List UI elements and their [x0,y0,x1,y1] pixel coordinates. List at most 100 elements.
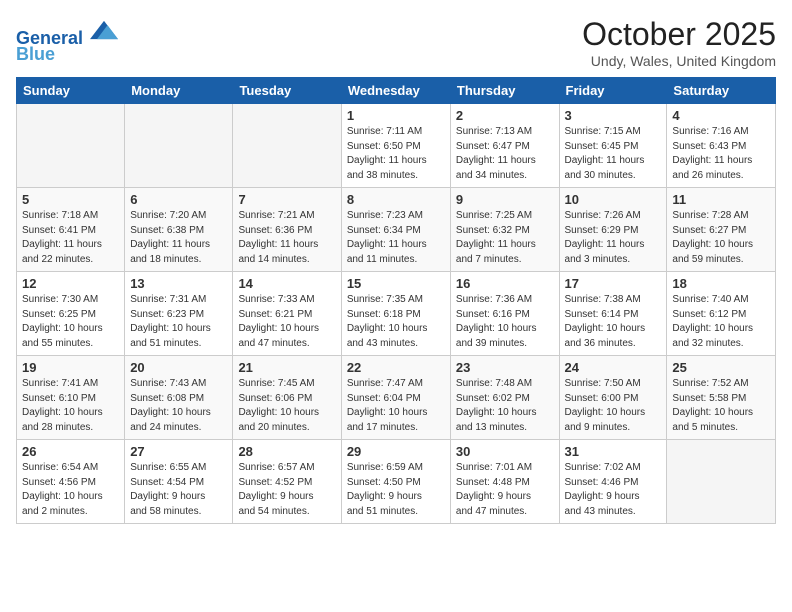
calendar-cell: 9 Sunrise: 7:25 AMSunset: 6:32 PMDaylight… [450,188,559,272]
day-number: 8 [347,192,445,207]
calendar-cell: 28 Sunrise: 6:57 AMSunset: 4:52 PMDayligh… [233,440,341,524]
calendar-cell: 20 Sunrise: 7:43 AMSunset: 6:08 PMDayligh… [125,356,233,440]
calendar-cell [233,104,341,188]
col-header-thursday: Thursday [450,78,559,104]
day-number: 16 [456,276,554,291]
day-info: Sunrise: 7:25 AMSunset: 6:32 PMDaylight:… [456,209,554,267]
location: Undy, Wales, United Kingdom [582,53,776,69]
day-number: 11 [672,192,770,207]
day-info: Sunrise: 7:52 AMSunset: 5:58 PMDaylight:… [672,377,770,435]
calendar-cell: 2 Sunrise: 7:13 AMSunset: 6:47 PMDaylight… [450,104,559,188]
day-number: 6 [130,192,227,207]
col-header-monday: Monday [125,78,233,104]
calendar-cell: 19 Sunrise: 7:41 AMSunset: 6:10 PMDayligh… [17,356,125,440]
day-number: 13 [130,276,227,291]
calendar-cell: 22Sunrise: 7:47 AMSunset: 6:04 PMDayligh… [341,356,450,440]
day-info: Sunrise: 7:31 AMSunset: 6:23 PMDaylight:… [130,293,227,351]
calendar-cell: 12 Sunrise: 7:30 AMSunset: 6:25 PMDayligh… [17,272,125,356]
calendar-cell: 30 Sunrise: 7:01 AMSunset: 4:48 PMDayligh… [450,440,559,524]
day-info: Sunrise: 7:26 AMSunset: 6:29 PMDaylight:… [565,209,662,267]
day-number: 28 [238,444,335,459]
day-number: 27 [130,444,227,459]
day-info: Sunrise: 7:50 AMSunset: 6:00 PMDaylight:… [565,377,662,435]
day-info: Sunrise: 7:38 AMSunset: 6:14 PMDaylight:… [565,293,662,351]
day-info: Sunrise: 6:55 AMSunset: 4:54 PMDaylight:… [130,461,227,519]
day-info: Sunrise: 6:59 AMSunset: 4:50 PMDaylight:… [347,461,445,519]
day-info: Sunrise: 7:11 AMSunset: 6:50 PMDaylight:… [347,125,445,183]
day-number: 3 [565,108,662,123]
day-info: Sunrise: 7:47 AMSunset: 6:04 PMDaylight:… [347,377,445,435]
calendar-cell: 1 Sunrise: 7:11 AMSunset: 6:50 PMDaylight… [341,104,450,188]
day-number: 15 [347,276,445,291]
day-info: Sunrise: 7:13 AMSunset: 6:47 PMDaylight:… [456,125,554,183]
day-info: Sunrise: 6:54 AMSunset: 4:56 PMDaylight:… [22,461,119,519]
calendar-week-row: 26 Sunrise: 6:54 AMSunset: 4:56 PMDayligh… [17,440,776,524]
col-header-tuesday: Tuesday [233,78,341,104]
col-header-saturday: Saturday [667,78,776,104]
day-info: Sunrise: 7:01 AMSunset: 4:48 PMDaylight:… [456,461,554,519]
day-info: Sunrise: 7:30 AMSunset: 6:25 PMDaylight:… [22,293,119,351]
day-info: Sunrise: 7:43 AMSunset: 6:08 PMDaylight:… [130,377,227,435]
calendar-week-row: 1 Sunrise: 7:11 AMSunset: 6:50 PMDaylight… [17,104,776,188]
month-title: October 2025 [582,16,776,53]
day-number: 20 [130,360,227,375]
calendar-cell: 16 Sunrise: 7:36 AMSunset: 6:16 PMDayligh… [450,272,559,356]
calendar-cell: 5 Sunrise: 7:18 AMSunset: 6:41 PMDaylight… [17,188,125,272]
calendar-week-row: 19 Sunrise: 7:41 AMSunset: 6:10 PMDayligh… [17,356,776,440]
day-number: 25 [672,360,770,375]
day-info: Sunrise: 7:36 AMSunset: 6:16 PMDaylight:… [456,293,554,351]
day-number: 30 [456,444,554,459]
calendar-cell [125,104,233,188]
calendar-week-row: 12 Sunrise: 7:30 AMSunset: 6:25 PMDayligh… [17,272,776,356]
day-info: Sunrise: 7:21 AMSunset: 6:36 PMDaylight:… [238,209,335,267]
day-info: Sunrise: 7:23 AMSunset: 6:34 PMDaylight:… [347,209,445,267]
day-number: 1 [347,108,445,123]
day-number: 12 [22,276,119,291]
day-number: 31 [565,444,662,459]
calendar-cell: 11 Sunrise: 7:28 AMSunset: 6:27 PMDayligh… [667,188,776,272]
calendar-cell: 29Sunrise: 6:59 AMSunset: 4:50 PMDayligh… [341,440,450,524]
day-info: Sunrise: 7:28 AMSunset: 6:27 PMDaylight:… [672,209,770,267]
calendar-cell: 27 Sunrise: 6:55 AMSunset: 4:54 PMDayligh… [125,440,233,524]
calendar-cell: 10Sunrise: 7:26 AMSunset: 6:29 PMDayligh… [559,188,667,272]
day-number: 18 [672,276,770,291]
day-info: Sunrise: 7:20 AMSunset: 6:38 PMDaylight:… [130,209,227,267]
day-number: 5 [22,192,119,207]
day-number: 21 [238,360,335,375]
day-number: 7 [238,192,335,207]
day-number: 17 [565,276,662,291]
day-number: 23 [456,360,554,375]
calendar-cell [667,440,776,524]
day-number: 2 [456,108,554,123]
day-number: 26 [22,444,119,459]
calendar-cell: 3 Sunrise: 7:15 AMSunset: 6:45 PMDaylight… [559,104,667,188]
day-number: 9 [456,192,554,207]
calendar-cell: 23 Sunrise: 7:48 AMSunset: 6:02 PMDayligh… [450,356,559,440]
calendar-cell: 18 Sunrise: 7:40 AMSunset: 6:12 PMDayligh… [667,272,776,356]
day-number: 19 [22,360,119,375]
day-info: Sunrise: 7:45 AMSunset: 6:06 PMDaylight:… [238,377,335,435]
day-info: Sunrise: 6:57 AMSunset: 4:52 PMDaylight:… [238,461,335,519]
day-info: Sunrise: 7:40 AMSunset: 6:12 PMDaylight:… [672,293,770,351]
page-header: General Blue October 2025 Undy, Wales, U… [16,16,776,69]
day-info: Sunrise: 7:15 AMSunset: 6:45 PMDaylight:… [565,125,662,183]
calendar-cell: 24 Sunrise: 7:50 AMSunset: 6:00 PMDayligh… [559,356,667,440]
calendar-cell: 13 Sunrise: 7:31 AMSunset: 6:23 PMDayligh… [125,272,233,356]
calendar-cell: 7 Sunrise: 7:21 AMSunset: 6:36 PMDaylight… [233,188,341,272]
day-number: 14 [238,276,335,291]
day-info: Sunrise: 7:48 AMSunset: 6:02 PMDaylight:… [456,377,554,435]
calendar-cell: 31Sunrise: 7:02 AMSunset: 4:46 PMDayligh… [559,440,667,524]
day-number: 24 [565,360,662,375]
calendar-cell: 15Sunrise: 7:35 AMSunset: 6:18 PMDayligh… [341,272,450,356]
logo-icon [90,16,118,44]
calendar-header-row: SundayMondayTuesdayWednesdayThursdayFrid… [17,78,776,104]
calendar-cell: 25 Sunrise: 7:52 AMSunset: 5:58 PMDayligh… [667,356,776,440]
title-block: October 2025 Undy, Wales, United Kingdom [582,16,776,69]
calendar-cell: 17 Sunrise: 7:38 AMSunset: 6:14 PMDayligh… [559,272,667,356]
day-info: Sunrise: 7:41 AMSunset: 6:10 PMDaylight:… [22,377,119,435]
col-header-sunday: Sunday [17,78,125,104]
day-info: Sunrise: 7:18 AMSunset: 6:41 PMDaylight:… [22,209,119,267]
calendar-table: SundayMondayTuesdayWednesdayThursdayFrid… [16,77,776,524]
calendar-cell: 4Sunrise: 7:16 AMSunset: 6:43 PMDaylight… [667,104,776,188]
day-number: 4 [672,108,770,123]
